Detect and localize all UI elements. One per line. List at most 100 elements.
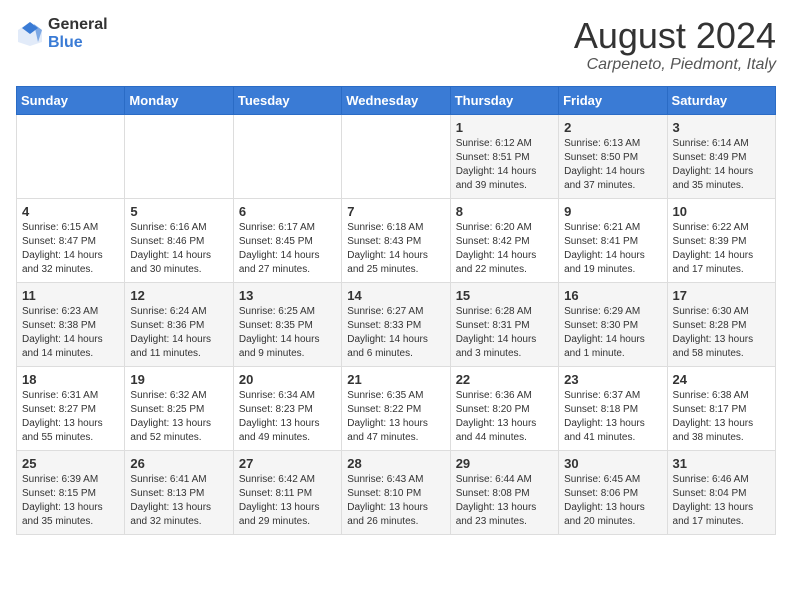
day-info: Sunrise: 6:43 AM Sunset: 8:10 PM Dayligh… (347, 473, 444, 529)
calendar-cell: 11 Sunrise: 6:23 AM Sunset: 8:38 PM Dayli… (17, 282, 125, 366)
calendar-cell: 28 Sunrise: 6:43 AM Sunset: 8:10 PM Dayli… (342, 450, 450, 534)
calendar-cell: 7 Sunrise: 6:18 AM Sunset: 8:43 PM Daylig… (342, 198, 450, 282)
location-subtitle: Carpeneto, Piedmont, Italy (574, 56, 776, 74)
day-info: Sunrise: 6:37 AM Sunset: 8:18 PM Dayligh… (564, 389, 661, 445)
day-number: 4 (22, 204, 119, 219)
day-info: Sunrise: 6:15 AM Sunset: 8:47 PM Dayligh… (22, 221, 119, 277)
day-number: 28 (347, 456, 444, 471)
calendar-cell: 30 Sunrise: 6:45 AM Sunset: 8:06 PM Dayli… (559, 450, 667, 534)
day-number: 11 (22, 288, 119, 303)
day-number: 16 (564, 288, 661, 303)
logo: General Blue (16, 16, 108, 51)
day-number: 10 (673, 204, 770, 219)
day-info: Sunrise: 6:16 AM Sunset: 8:46 PM Dayligh… (130, 221, 227, 277)
calendar-cell: 16 Sunrise: 6:29 AM Sunset: 8:30 PM Dayli… (559, 282, 667, 366)
day-info: Sunrise: 6:13 AM Sunset: 8:50 PM Dayligh… (564, 137, 661, 193)
day-number: 13 (239, 288, 336, 303)
day-info: Sunrise: 6:39 AM Sunset: 8:15 PM Dayligh… (22, 473, 119, 529)
logo-icon (16, 20, 44, 48)
header-cell-monday: Monday (125, 86, 233, 114)
calendar-cell: 31Sunrise: 6:46 AM Sunset: 8:04 PM Dayli… (667, 450, 775, 534)
calendar-week-row: 18Sunrise: 6:31 AM Sunset: 8:27 PM Dayli… (17, 366, 776, 450)
calendar-cell: 9Sunrise: 6:21 AM Sunset: 8:41 PM Daylig… (559, 198, 667, 282)
day-info: Sunrise: 6:17 AM Sunset: 8:45 PM Dayligh… (239, 221, 336, 277)
header: General Blue August 2024 Carpeneto, Pied… (16, 16, 776, 74)
day-number: 6 (239, 204, 336, 219)
calendar-week-row: 11 Sunrise: 6:23 AM Sunset: 8:38 PM Dayli… (17, 282, 776, 366)
day-number: 5 (130, 204, 227, 219)
day-info: Sunrise: 6:28 AM Sunset: 8:31 PM Dayligh… (456, 305, 553, 361)
day-number: 12 (130, 288, 227, 303)
header-cell-friday: Friday (559, 86, 667, 114)
day-number: 29 (456, 456, 553, 471)
day-info: Sunrise: 6:35 AM Sunset: 8:22 PM Dayligh… (347, 389, 444, 445)
day-info: Sunrise: 6:41 AM Sunset: 8:13 PM Dayligh… (130, 473, 227, 529)
logo-general-text: General (48, 16, 108, 34)
calendar-cell (342, 114, 450, 198)
calendar-cell: 25Sunrise: 6:39 AM Sunset: 8:15 PM Dayli… (17, 450, 125, 534)
day-info: Sunrise: 6:24 AM Sunset: 8:36 PM Dayligh… (130, 305, 227, 361)
month-year-title: August 2024 (574, 16, 776, 56)
calendar-week-row: 4 Sunrise: 6:15 AM Sunset: 8:47 PM Daylig… (17, 198, 776, 282)
day-info: Sunrise: 6:32 AM Sunset: 8:25 PM Dayligh… (130, 389, 227, 445)
calendar-cell: 22 Sunrise: 6:36 AM Sunset: 8:20 PM Dayli… (450, 366, 558, 450)
day-info: Sunrise: 6:45 AM Sunset: 8:06 PM Dayligh… (564, 473, 661, 529)
calendar-cell: 19 Sunrise: 6:32 AM Sunset: 8:25 PM Dayli… (125, 366, 233, 450)
calendar-cell: 18Sunrise: 6:31 AM Sunset: 8:27 PM Dayli… (17, 366, 125, 450)
calendar-cell (17, 114, 125, 198)
day-info: Sunrise: 6:18 AM Sunset: 8:43 PM Dayligh… (347, 221, 444, 277)
calendar-cell: 27Sunrise: 6:42 AM Sunset: 8:11 PM Dayli… (233, 450, 341, 534)
calendar-cell: 12 Sunrise: 6:24 AM Sunset: 8:36 PM Dayli… (125, 282, 233, 366)
calendar-cell: 13 Sunrise: 6:25 AM Sunset: 8:35 PM Dayli… (233, 282, 341, 366)
header-cell-saturday: Saturday (667, 86, 775, 114)
day-info: Sunrise: 6:30 AM Sunset: 8:28 PM Dayligh… (673, 305, 770, 361)
calendar-cell: 23Sunrise: 6:37 AM Sunset: 8:18 PM Dayli… (559, 366, 667, 450)
day-info: Sunrise: 6:12 AM Sunset: 8:51 PM Dayligh… (456, 137, 553, 193)
day-info: Sunrise: 6:44 AM Sunset: 8:08 PM Dayligh… (456, 473, 553, 529)
day-info: Sunrise: 6:20 AM Sunset: 8:42 PM Dayligh… (456, 221, 553, 277)
day-info: Sunrise: 6:29 AM Sunset: 8:30 PM Dayligh… (564, 305, 661, 361)
calendar-cell: 17 Sunrise: 6:30 AM Sunset: 8:28 PM Dayli… (667, 282, 775, 366)
logo-text: General Blue (48, 16, 108, 51)
day-number: 22 (456, 372, 553, 387)
day-number: 3 (673, 120, 770, 135)
day-info: Sunrise: 6:14 AM Sunset: 8:49 PM Dayligh… (673, 137, 770, 193)
calendar-table: SundayMondayTuesdayWednesdayThursdayFrid… (16, 86, 776, 535)
day-info: Sunrise: 6:27 AM Sunset: 8:33 PM Dayligh… (347, 305, 444, 361)
day-info: Sunrise: 6:36 AM Sunset: 8:20 PM Dayligh… (456, 389, 553, 445)
calendar-cell: 26 Sunrise: 6:41 AM Sunset: 8:13 PM Dayli… (125, 450, 233, 534)
calendar-cell: 2 Sunrise: 6:13 AM Sunset: 8:50 PM Daylig… (559, 114, 667, 198)
day-number: 2 (564, 120, 661, 135)
day-number: 19 (130, 372, 227, 387)
day-number: 17 (673, 288, 770, 303)
day-info: Sunrise: 6:25 AM Sunset: 8:35 PM Dayligh… (239, 305, 336, 361)
day-number: 24 (673, 372, 770, 387)
calendar-cell: 6 Sunrise: 6:17 AM Sunset: 8:45 PM Daylig… (233, 198, 341, 282)
day-number: 26 (130, 456, 227, 471)
day-info: Sunrise: 6:46 AM Sunset: 8:04 PM Dayligh… (673, 473, 770, 529)
day-number: 18 (22, 372, 119, 387)
calendar-cell: 3 Sunrise: 6:14 AM Sunset: 8:49 PM Daylig… (667, 114, 775, 198)
day-number: 7 (347, 204, 444, 219)
calendar-header-row: SundayMondayTuesdayWednesdayThursdayFrid… (17, 86, 776, 114)
day-number: 1 (456, 120, 553, 135)
day-number: 27 (239, 456, 336, 471)
calendar-cell: 1 Sunrise: 6:12 AM Sunset: 8:51 PM Daylig… (450, 114, 558, 198)
header-cell-tuesday: Tuesday (233, 86, 341, 114)
day-number: 21 (347, 372, 444, 387)
calendar-cell: 14 Sunrise: 6:27 AM Sunset: 8:33 PM Dayli… (342, 282, 450, 366)
day-number: 14 (347, 288, 444, 303)
day-number: 30 (564, 456, 661, 471)
header-cell-wednesday: Wednesday (342, 86, 450, 114)
calendar-cell: 10 Sunrise: 6:22 AM Sunset: 8:39 PM Dayli… (667, 198, 775, 282)
calendar-cell: 24Sunrise: 6:38 AM Sunset: 8:17 PM Dayli… (667, 366, 775, 450)
calendar-week-row: 25Sunrise: 6:39 AM Sunset: 8:15 PM Dayli… (17, 450, 776, 534)
logo-blue-text: Blue (48, 34, 108, 52)
day-number: 20 (239, 372, 336, 387)
header-cell-thursday: Thursday (450, 86, 558, 114)
calendar-cell (125, 114, 233, 198)
day-info: Sunrise: 6:23 AM Sunset: 8:38 PM Dayligh… (22, 305, 119, 361)
day-number: 8 (456, 204, 553, 219)
day-info: Sunrise: 6:22 AM Sunset: 8:39 PM Dayligh… (673, 221, 770, 277)
calendar-cell: 20Sunrise: 6:34 AM Sunset: 8:23 PM Dayli… (233, 366, 341, 450)
